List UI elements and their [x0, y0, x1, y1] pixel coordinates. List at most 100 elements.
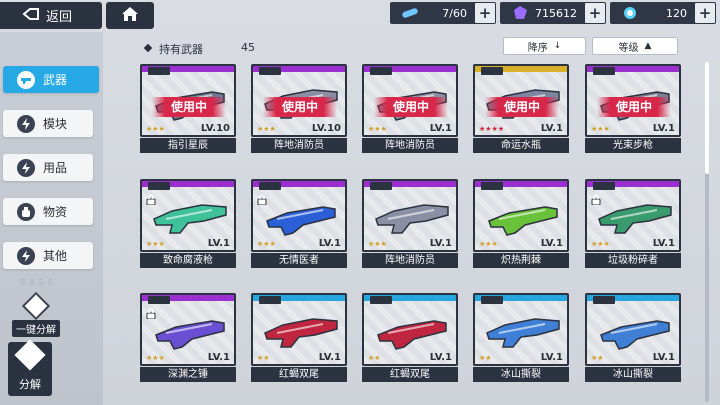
weapon-level: LV.1	[429, 238, 452, 249]
rarity-stars: ★★	[591, 354, 604, 362]
weapon-card[interactable]: ★★ LV.1 红蝎双尾	[251, 293, 347, 382]
weapon-type-icon	[148, 182, 170, 190]
sort-order-button[interactable]: 降序 ↓	[503, 37, 586, 55]
in-use-badge: 使用中	[597, 97, 671, 117]
bullet-icon	[143, 43, 153, 53]
weapon-name: 阵地消防员	[251, 138, 347, 153]
weapon-type-icon	[593, 296, 615, 304]
weapon-name: 冰山撕裂	[473, 367, 569, 382]
weapon-type-icon	[148, 67, 170, 75]
weapon-card[interactable]: ★★★ LV.1 阵地消防员	[362, 179, 458, 268]
add-crystal-button[interactable]: +	[585, 3, 605, 23]
weapon-name: 红蝎双尾	[251, 367, 347, 382]
quick-dismantle-button[interactable]: 一键分解	[12, 291, 60, 337]
in-use-badge: 使用中	[152, 97, 226, 117]
weapon-frame: 使用中 ★★★ LV.1	[362, 64, 458, 137]
rarity-stars: ★★★	[479, 240, 498, 248]
weapon-level: LV.1	[429, 123, 452, 134]
weapon-frame: ★★★ LV.1	[140, 293, 236, 366]
weapon-card[interactable]: ★★★ LV.1 致命腐液枪	[140, 179, 236, 268]
weapon-frame: ★★ LV.1	[362, 293, 458, 366]
dismantle-diamond-icon	[21, 291, 51, 321]
rarity-stars: ★★	[479, 354, 492, 362]
rarity-stars: ★★	[368, 354, 381, 362]
weapon-card[interactable]: ★★ LV.1 红蝎双尾	[362, 293, 458, 382]
capsule-icon	[400, 5, 420, 21]
weapon-type-icon	[370, 296, 392, 304]
weapon-name: 命运水瓶	[473, 138, 569, 153]
weapon-level: LV.1	[207, 352, 230, 363]
weapon-image	[266, 206, 336, 236]
weapon-image	[375, 204, 449, 234]
resource-capsule: 7/60 +	[390, 2, 496, 24]
tab-weapons[interactable]: 武器	[3, 66, 99, 93]
weapon-image	[488, 206, 558, 236]
back-arrow-icon	[22, 7, 40, 24]
tab-supplies[interactable]: 用品	[3, 154, 93, 181]
add-energy-button[interactable]: +	[695, 3, 715, 23]
weapon-type-icon	[481, 296, 503, 304]
rarity-stars: ★★★	[146, 240, 165, 248]
weapon-card[interactable]: ★★★ LV.1 深渊之锤	[140, 293, 236, 382]
dismantle-button[interactable]: 分解	[8, 339, 52, 396]
rarity-stars: ★★★★	[479, 125, 505, 133]
tab-others-label: 其他	[43, 249, 68, 263]
bag-icon	[17, 202, 35, 221]
weapon-card[interactable]: ★★★ LV.1 炽热荆棘	[473, 179, 569, 268]
inventory-header: 持有武器 45	[142, 41, 255, 57]
bolt-icon	[17, 158, 35, 177]
capsule-value: 7/60	[442, 6, 467, 20]
weapon-name: 致命腐液枪	[140, 253, 236, 268]
back-label: 返回	[46, 10, 73, 25]
lock-icon	[146, 194, 156, 205]
weapon-card[interactable]: ★★★ LV.1 无情医者	[251, 179, 347, 268]
weapon-level: LV.1	[652, 238, 675, 249]
bolt-icon	[17, 114, 35, 133]
scrollbar-thumb[interactable]	[705, 62, 709, 174]
back-button[interactable]: 返回	[0, 2, 102, 29]
sort-level-label: 等级	[618, 42, 639, 54]
weapon-level: LV.1	[318, 352, 341, 363]
weapon-level: LV.1	[540, 238, 563, 249]
crystal-icon	[510, 5, 530, 21]
weapon-name: 阵地消防员	[362, 138, 458, 153]
weapon-card[interactable]: 使用中 ★★★ LV.1 光束步枪	[585, 64, 681, 153]
home-button[interactable]	[106, 2, 154, 29]
weapon-name: 深渊之锤	[140, 367, 236, 382]
weapon-image	[598, 204, 672, 234]
weapon-name: 指引星辰	[140, 138, 236, 153]
weapon-card[interactable]: 使用中 ★★★ LV.1 阵地消防员	[362, 64, 458, 153]
weapon-frame: ★★ LV.1	[585, 293, 681, 366]
rarity-stars: ★★★	[591, 240, 610, 248]
rarity-stars: ★★★	[257, 240, 276, 248]
weapon-level: LV.1	[429, 352, 452, 363]
weapon-name: 红蝎双尾	[362, 367, 458, 382]
energy-value: 120	[666, 6, 687, 20]
lock-icon	[591, 194, 601, 205]
lock-icon	[257, 194, 267, 205]
weapon-card[interactable]: 使用中 ★★★ LV.10 阵地消防员	[251, 64, 347, 153]
weapon-card[interactable]: 使用中 ★★★ LV.10 指引星辰	[140, 64, 236, 153]
weapon-type-icon	[148, 296, 170, 304]
weapon-frame: ★★★ LV.1	[140, 179, 236, 252]
rarity-stars: ★★★	[368, 125, 387, 133]
weapon-frame: 使用中 ★★★ LV.10	[140, 64, 236, 137]
weapon-type-icon	[259, 296, 281, 304]
add-capsule-button[interactable]: +	[475, 3, 495, 23]
weapon-card[interactable]: ★★ LV.1 冰山撕裂	[473, 293, 569, 382]
tab-materials[interactable]: 物资	[3, 198, 93, 225]
weapon-card[interactable]: ★★ LV.1 冰山撕裂	[585, 293, 681, 382]
weapon-card[interactable]: 使用中 ★★★★ LV.1 命运水瓶	[473, 64, 569, 153]
weapon-name: 垃圾粉碎者	[585, 253, 681, 268]
tab-modules[interactable]: 模块	[3, 110, 93, 137]
weapon-frame: ★★★ LV.1	[473, 179, 569, 252]
weapon-frame: 使用中 ★★★★ LV.1	[473, 64, 569, 137]
weapon-grid: 使用中 ★★★ LV.10 指引星辰 使用中 ★★★ LV.10 阵地消防员 使…	[140, 64, 696, 405]
tab-others[interactable]: 其他	[3, 242, 93, 269]
bolt-icon	[17, 246, 35, 265]
resource-crystal: 715612 +	[500, 2, 606, 24]
weapon-card[interactable]: ★★★ LV.1 垃圾粉碎者	[585, 179, 681, 268]
gun-icon	[17, 70, 35, 89]
weapon-level: LV.1	[540, 352, 563, 363]
sort-level-button[interactable]: 等级 ▲	[592, 37, 678, 55]
